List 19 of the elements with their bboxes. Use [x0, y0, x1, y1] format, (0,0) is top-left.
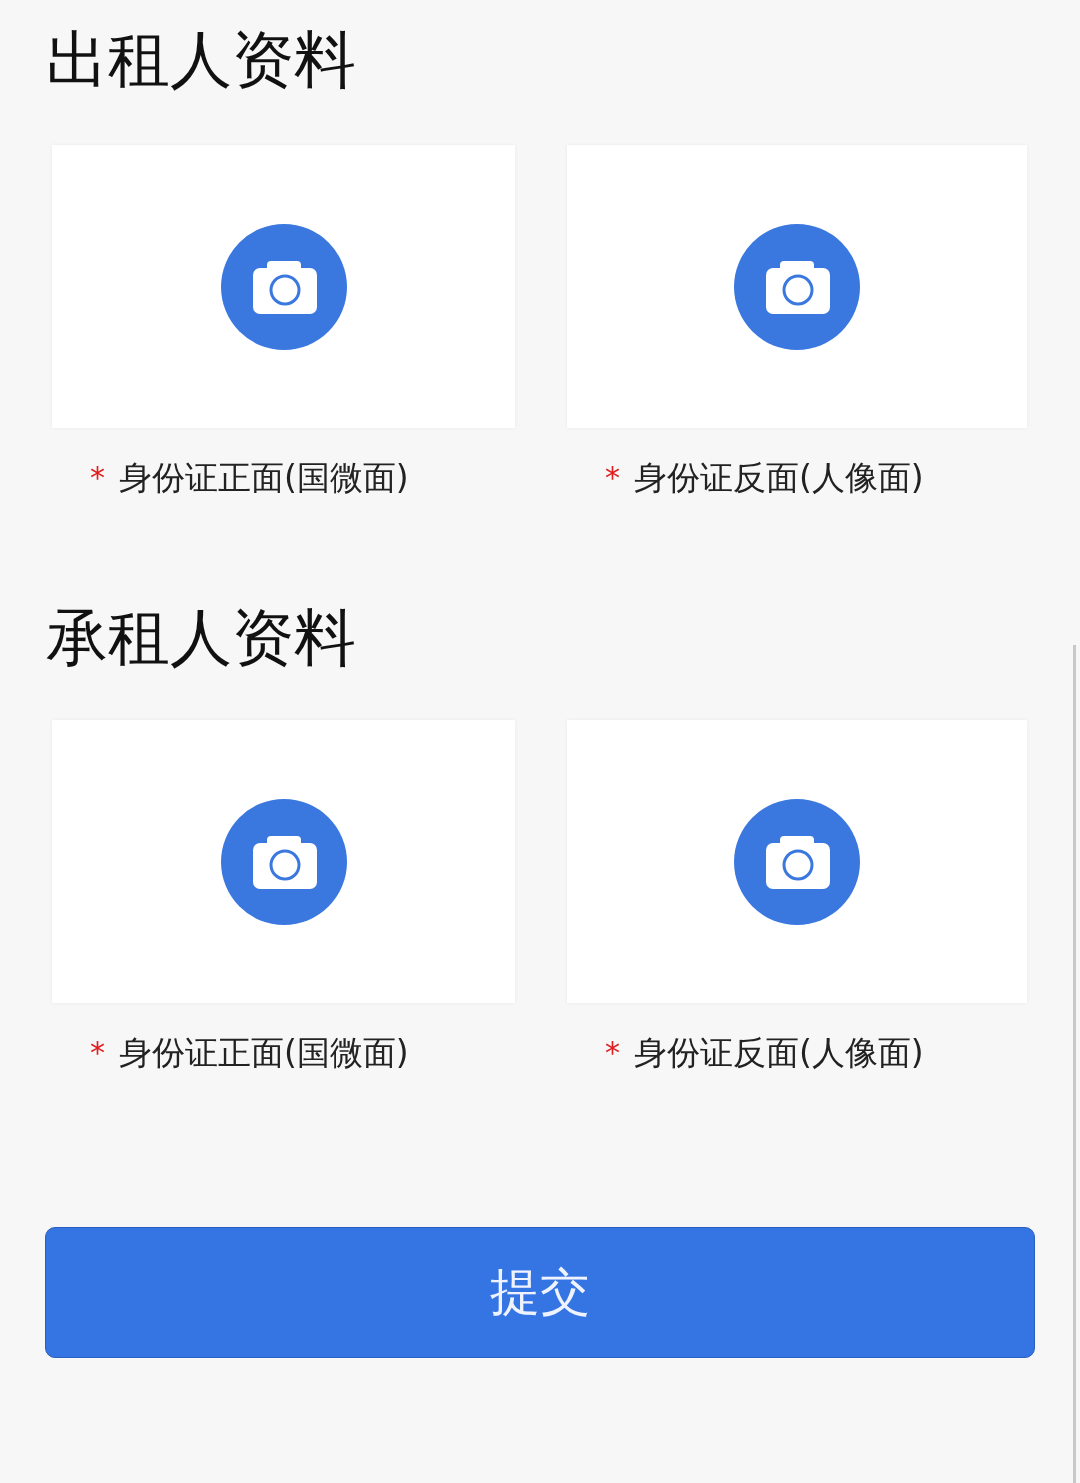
section-title: 出租人资料	[46, 22, 356, 98]
upload-label: 身份证正面(国微面)	[119, 456, 409, 499]
upload-label: 身份证反面(人像面)	[634, 1031, 924, 1074]
camera-icon	[734, 798, 860, 925]
photo-upload-card[interactable]	[567, 145, 1027, 428]
photo-upload-card[interactable]	[52, 720, 515, 1003]
section-title: 承租人资料	[46, 600, 356, 676]
upload-label: 身份证正面(国微面)	[119, 1031, 409, 1074]
photo-upload-card[interactable]	[52, 145, 515, 428]
camera-icon	[220, 223, 347, 350]
required-asterisk: *	[605, 463, 620, 493]
photo-upload-card[interactable]	[567, 720, 1027, 1003]
submit-button[interactable]: 提交	[45, 1227, 1035, 1358]
required-asterisk: *	[605, 1038, 620, 1068]
upload-label: 身份证反面(人像面)	[634, 456, 924, 499]
required-asterisk: *	[90, 463, 105, 493]
camera-icon	[734, 223, 860, 350]
camera-icon	[220, 798, 347, 925]
required-asterisk: *	[90, 1038, 105, 1068]
